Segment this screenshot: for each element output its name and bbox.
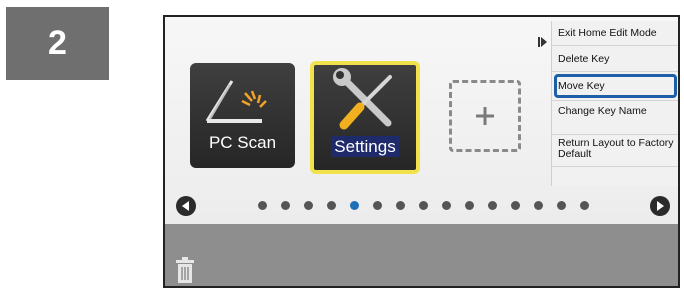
page-next-button[interactable] — [650, 196, 670, 216]
trash-drop-area[interactable] — [165, 224, 678, 286]
page-dot — [373, 201, 382, 210]
wrench-screwdriver-icon — [333, 68, 392, 130]
page-dot — [580, 201, 589, 210]
menu-item-move-key[interactable]: Move Key — [552, 72, 678, 101]
menu-selection-highlight — [554, 74, 677, 98]
pc-scan-key[interactable]: PC Scan — [190, 63, 295, 168]
page-previous-button[interactable] — [176, 196, 196, 216]
plus-icon — [476, 107, 494, 125]
menu-item-change-key-name[interactable]: Change Key Name — [552, 101, 678, 135]
page-dot — [511, 201, 520, 210]
page-dot — [465, 201, 474, 210]
menu-item-return-layout-default[interactable]: Return Layout to Factory Default — [552, 135, 678, 167]
chevron-right-icon — [657, 201, 664, 211]
scanner-icon — [205, 80, 267, 123]
page-dot — [304, 201, 313, 210]
step-number-badge: 2 — [6, 7, 109, 80]
trash-icon — [176, 257, 194, 283]
page-dot — [557, 201, 566, 210]
page-dot — [488, 201, 497, 210]
page-dot — [350, 201, 359, 210]
page-dot — [258, 201, 267, 210]
edit-mode-menu: Exit Home Edit Mode Delete Key Move Key … — [551, 21, 678, 186]
add-key-slot[interactable] — [449, 80, 521, 152]
page-dot — [534, 201, 543, 210]
pc-scan-label: PC Scan — [208, 133, 277, 152]
home-key-area: PC Scan Settings Exit Home Edit Mode Del… — [165, 17, 678, 224]
settings-label: Settings — [314, 136, 416, 157]
page-dot — [281, 201, 290, 210]
settings-key-selected[interactable]: Settings — [310, 61, 420, 174]
page-indicator — [258, 201, 589, 210]
page-dot — [327, 201, 336, 210]
page-dot — [396, 201, 405, 210]
touch-screen: PC Scan Settings Exit Home Edit Mode Del… — [163, 15, 680, 288]
menu-item-delete-key[interactable]: Delete Key — [552, 46, 678, 72]
menu-collapse-icon[interactable] — [533, 30, 551, 54]
page-dot — [442, 201, 451, 210]
chevron-left-icon — [182, 201, 189, 211]
page-dot — [419, 201, 428, 210]
menu-item-exit-home-edit-mode[interactable]: Exit Home Edit Mode — [552, 21, 678, 46]
